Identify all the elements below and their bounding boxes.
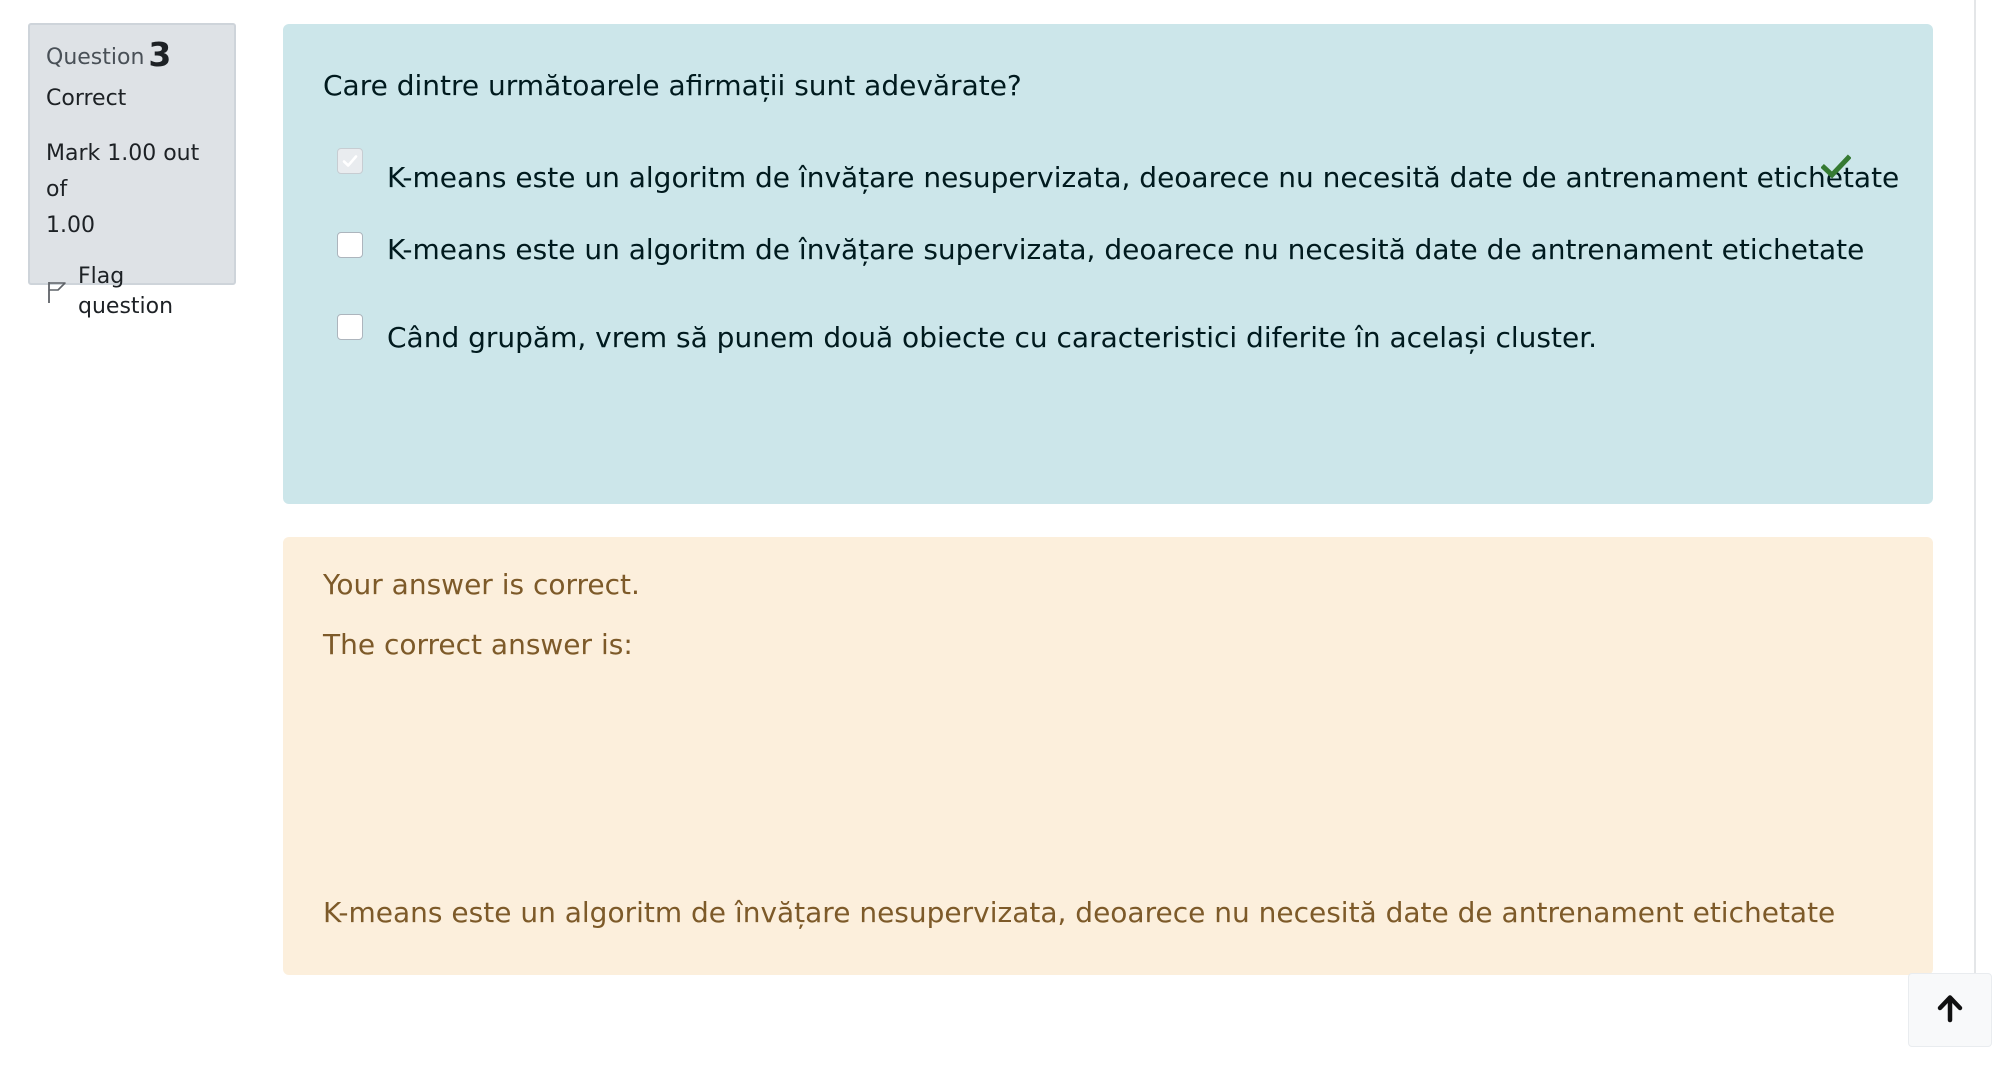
question-prefix: Question (46, 45, 145, 70)
answer-label-2: K-means este un algoritm de învățare sup… (387, 233, 1865, 266)
answer-checkbox-3[interactable] (337, 314, 363, 340)
answer-option-1: K-means este un algoritm de învățare nes… (337, 136, 1899, 220)
answer-label-3: Când grupăm, vrem să punem două obiecte … (387, 321, 1598, 354)
answer-checkbox-1[interactable] (337, 148, 363, 174)
question-text: Care dintre următoarele afirmații sunt a… (323, 69, 1022, 102)
answer-option-2: K-means este un algoritm de învățare sup… (337, 220, 1893, 304)
question-grade: Mark 1.00 out of 1.00 (46, 136, 218, 244)
answer-checkbox-2[interactable] (337, 232, 363, 258)
back-to-top-button[interactable] (1908, 973, 1992, 1047)
check-icon (1820, 154, 1852, 180)
question-number-value: 3 (148, 35, 172, 74)
flag-icon (46, 280, 68, 304)
specific-feedback: Your answer is correct. (323, 568, 640, 601)
arrow-up-icon (1935, 993, 1965, 1027)
right-answer-intro: The correct answer is: (323, 628, 633, 661)
question-outcome: Your answer is correct. The correct answ… (283, 537, 1933, 975)
question-number: Question 3 (46, 38, 218, 74)
quiz-review-page: Question 3 Correct Mark 1.00 out of 1.00 … (0, 0, 1992, 1090)
grade-line-1: Mark 1.00 out of (46, 141, 200, 202)
question-state: Correct (46, 86, 127, 111)
flag-question-label: Flag question (78, 264, 174, 319)
answer-label-1: K-means este un algoritm de învățare nes… (387, 161, 1900, 194)
question-formulation: Care dintre următoarele afirmații sunt a… (283, 24, 1933, 504)
right-answer-text: K-means este un algoritm de învățare nes… (323, 896, 1836, 929)
grade-line-2: 1.00 (46, 213, 95, 238)
flag-question-link[interactable]: Flag question (46, 262, 218, 322)
page-scroll-rail (1974, 0, 1976, 975)
question-info-panel: Question 3 Correct Mark 1.00 out of 1.00 … (28, 23, 236, 319)
answer-option-3: Când grupăm, vrem să punem două obiecte … (337, 304, 1893, 388)
